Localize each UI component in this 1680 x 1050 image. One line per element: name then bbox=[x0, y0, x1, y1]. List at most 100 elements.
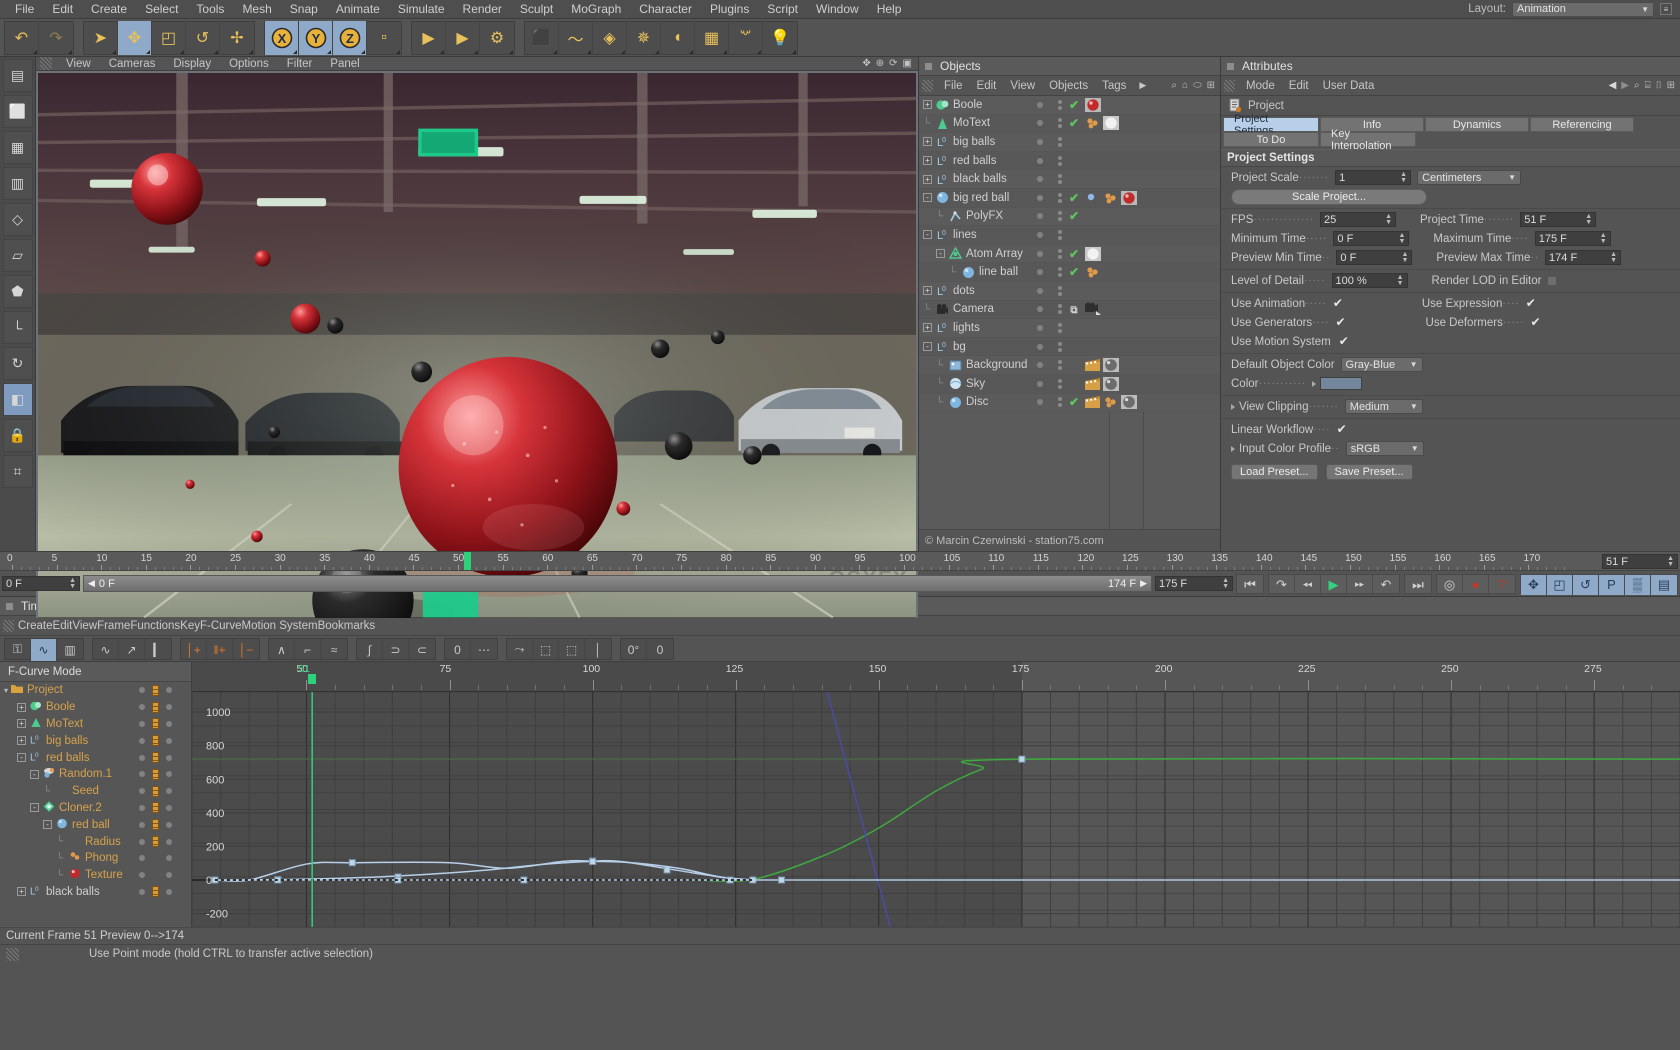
step-back-button[interactable]: ◂◂ bbox=[1295, 575, 1321, 595]
add-cube-button[interactable]: ⬛ bbox=[525, 21, 559, 55]
object-name-cell[interactable]: └ PolyFX bbox=[919, 210, 1027, 223]
pin-icon[interactable]: ⌷ bbox=[1656, 80, 1662, 91]
key-track-badge[interactable] bbox=[152, 769, 159, 780]
use-expression-checkbox[interactable]: ✔ bbox=[1526, 298, 1537, 309]
visibility-dots[interactable] bbox=[1053, 100, 1067, 110]
parameter-key-button[interactable]: P bbox=[1599, 575, 1625, 595]
scene-button[interactable]: ▦ bbox=[695, 21, 729, 55]
layout-options-icon[interactable]: ≡ bbox=[1660, 3, 1672, 15]
menu-item-options[interactable]: Options bbox=[220, 58, 278, 70]
object-name-cell[interactable]: - big red ball bbox=[919, 191, 1027, 204]
twirl-toggle[interactable]: + bbox=[923, 100, 932, 109]
layer-dot[interactable] bbox=[1027, 120, 1053, 126]
menu-item-user-data[interactable]: User Data bbox=[1316, 80, 1382, 92]
point-level-anim-button[interactable]: ▤ bbox=[1651, 575, 1677, 595]
menu-item-snap[interactable]: Snap bbox=[281, 0, 327, 19]
project-time-input[interactable]: 51 F ▲▼ bbox=[1520, 212, 1596, 227]
twirl-toggle[interactable]: + bbox=[17, 703, 26, 712]
list-item[interactable]: - L0 red balls bbox=[0, 749, 191, 766]
list-item[interactable]: └ Seed bbox=[0, 783, 191, 800]
spinner-icon[interactable]: ▲▼ bbox=[1600, 233, 1607, 245]
sphere-red[interactable] bbox=[1085, 98, 1099, 112]
current-frame-input[interactable]: 51 F ▲▼ bbox=[1602, 554, 1678, 569]
tool-lock-workplane[interactable]: 🔒 bbox=[3, 419, 33, 452]
playhead-marker[interactable] bbox=[308, 674, 316, 684]
use-animation-checkbox[interactable]: ✔ bbox=[1333, 298, 1344, 309]
visibility-dots[interactable] bbox=[1053, 342, 1067, 352]
position-key-button[interactable]: ✥ bbox=[1521, 575, 1547, 595]
use-generators-checkbox[interactable]: ✔ bbox=[1336, 317, 1347, 328]
object-name-cell[interactable]: + L0 dots bbox=[919, 284, 1027, 297]
preview-range-bar[interactable]: ◀ 0 F 174 F ▶ bbox=[83, 575, 1152, 592]
rotation-key-button[interactable]: ↺ bbox=[1573, 575, 1599, 595]
layer-dot[interactable] bbox=[1027, 344, 1053, 350]
spinner-icon[interactable]: ▲▼ bbox=[1222, 578, 1229, 590]
project-units-dropdown[interactable]: Centimeters ▼ bbox=[1417, 170, 1521, 185]
load-preset-button[interactable]: Load Preset... bbox=[1231, 464, 1318, 480]
enable-checkmark[interactable]: ✔ bbox=[1067, 209, 1081, 223]
visibility-dots[interactable] bbox=[1053, 137, 1067, 147]
twirl-toggle[interactable]: - bbox=[30, 770, 39, 779]
array-button[interactable]: ✵ bbox=[627, 21, 661, 55]
pan-view-icon[interactable]: ✥ bbox=[862, 58, 870, 69]
table-row[interactable]: └ Disc ✔ bbox=[919, 394, 1220, 413]
key-track-badge[interactable] bbox=[152, 735, 159, 746]
layer-dot[interactable] bbox=[1027, 399, 1053, 405]
ease-out-button[interactable]: ⊂ bbox=[409, 639, 435, 661]
forward-arrow-icon[interactable]: ▶ bbox=[1621, 80, 1629, 91]
table-row[interactable]: + L0 lights bbox=[919, 319, 1220, 338]
twirl-toggle[interactable]: - bbox=[923, 193, 932, 202]
object-name-cell[interactable]: + L0 red balls bbox=[919, 154, 1027, 167]
go-to-end-button[interactable]: ⏭ bbox=[1405, 575, 1431, 595]
step-forward-button[interactable]: ▸▸ bbox=[1347, 575, 1373, 595]
scale-tool-button[interactable]: ◰ bbox=[152, 21, 186, 55]
layer-dot[interactable] bbox=[1027, 251, 1053, 257]
add-keys-button[interactable]: ‖+ bbox=[207, 639, 233, 661]
range-left-handle-icon[interactable]: ◀ bbox=[88, 578, 95, 589]
home-icon[interactable]: ⌂ bbox=[1182, 80, 1188, 91]
menu-item-view[interactable]: View bbox=[57, 58, 100, 70]
expand-view-clipping-arrow-icon[interactable] bbox=[1231, 404, 1235, 410]
view-clipping-dropdown[interactable]: Medium ▼ bbox=[1345, 399, 1423, 414]
zero-slope-button[interactable]: 0° bbox=[621, 639, 647, 661]
back-arrow-icon[interactable]: ◀ bbox=[1609, 80, 1617, 91]
show-velocity-button[interactable]: ↗ bbox=[119, 639, 145, 661]
f-curve-mode-button[interactable]: ∿ bbox=[31, 639, 57, 661]
lock-value-button[interactable]: ⬚ bbox=[559, 639, 585, 661]
linear-interpolation-button[interactable]: ∧ bbox=[269, 639, 295, 661]
twirl-toggle[interactable]: - bbox=[17, 753, 26, 762]
input-color-profile-dropdown[interactable]: sRGB ▼ bbox=[1346, 441, 1424, 456]
fcurve-track-name[interactable]: - red ball bbox=[0, 818, 135, 832]
menu-item-key[interactable]: Key bbox=[180, 620, 200, 632]
tool-texture-axis[interactable]: ▤ bbox=[3, 59, 33, 92]
track-toggles[interactable] bbox=[135, 819, 191, 830]
objects-grip-icon[interactable] bbox=[922, 80, 933, 92]
table-row[interactable]: - L0 lines bbox=[919, 226, 1220, 245]
key-track-badge[interactable] bbox=[152, 802, 159, 813]
twirl-toggle[interactable]: - bbox=[43, 820, 52, 829]
menu-item-edit[interactable]: Edit bbox=[43, 0, 82, 19]
visibility-dots[interactable] bbox=[1053, 118, 1067, 128]
mograph-tag[interactable] bbox=[1085, 116, 1099, 130]
visibility-dots[interactable] bbox=[1053, 323, 1067, 333]
table-row[interactable]: + L0 dots bbox=[919, 282, 1220, 301]
clapper-tag[interactable] bbox=[1085, 358, 1099, 372]
twirl-toggle[interactable]: + bbox=[923, 156, 932, 165]
time-slider-ruler[interactable]: 51 F ▲▼ 0 5 10 15 20 25 30 35 40 45 50 5… bbox=[0, 551, 1680, 571]
tool-polygon-mode[interactable]: ⬟ bbox=[3, 275, 33, 308]
key-track-badge[interactable] bbox=[152, 886, 159, 897]
y-axis-lock-button[interactable]: Y bbox=[299, 21, 333, 55]
add-key-button[interactable]: │+ bbox=[181, 639, 207, 661]
key-track-badge[interactable] bbox=[152, 836, 159, 847]
menu-item-edit[interactable]: Edit bbox=[970, 80, 1004, 92]
spinner-icon[interactable]: ▲▼ bbox=[1398, 233, 1405, 245]
go-to-next-key-button[interactable]: ↶ bbox=[1373, 575, 1399, 595]
twirl-toggle[interactable]: + bbox=[17, 719, 26, 728]
move-tool-button[interactable]: ✥ bbox=[118, 21, 152, 55]
menu-item-window[interactable]: Window bbox=[807, 0, 868, 19]
layer-dot[interactable] bbox=[1027, 102, 1053, 108]
object-name-cell[interactable]: + L0 lights bbox=[919, 321, 1027, 334]
enable-checkmark[interactable]: ✔ bbox=[1067, 265, 1081, 279]
list-item[interactable]: + MoText bbox=[0, 716, 191, 733]
autokeying-button[interactable]: ● bbox=[1463, 575, 1489, 595]
